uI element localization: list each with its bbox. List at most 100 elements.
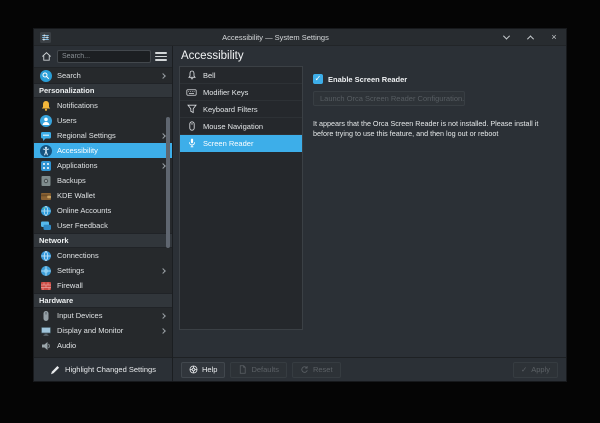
speaker-icon [39, 339, 52, 352]
sidebar-item-label: Connections [57, 251, 99, 260]
sidebar-section-label: Hardware [39, 296, 73, 305]
search-icon [39, 69, 52, 82]
sidebar-item-connections[interactable]: Connections [34, 248, 172, 263]
titlebar[interactable]: Accessibility — System Settings × [34, 29, 566, 46]
sidebar-section-label: Network [39, 236, 69, 245]
highlight-changed-settings-button[interactable]: Highlight Changed Settings [34, 357, 172, 381]
document-icon [238, 365, 247, 374]
sidebar-item-label: Search [57, 71, 81, 80]
sidebar-item-backups[interactable]: Backups [34, 173, 172, 188]
feedback-bubbles-icon [39, 219, 52, 232]
apply-button[interactable]: ✓ Apply [513, 362, 558, 378]
sidebar-item-input-devices[interactable]: Input Devices [34, 308, 172, 323]
category-item-screen-reader[interactable]: Screen Reader [180, 135, 302, 152]
sidebar-scrollbar[interactable] [166, 117, 170, 248]
chevron-right-icon [160, 328, 166, 334]
category-item-keyboard-filters[interactable]: Keyboard Filters [180, 101, 302, 118]
desktop: Accessibility — System Settings × [0, 0, 600, 423]
apply-label: Apply [531, 365, 550, 374]
footer-toolbar: Help Defaults Reset [173, 357, 566, 381]
category-label: Keyboard Filters [203, 105, 258, 114]
sidebar-item-search[interactable]: Search [34, 68, 172, 83]
sidebar-item-label: Display and Monitor [57, 326, 123, 335]
sidebar-section-label: Personalization [39, 86, 94, 95]
keyboard-icon [186, 87, 197, 98]
microphone-icon [186, 138, 197, 149]
enable-screen-reader-label: Enable Screen Reader [328, 75, 407, 84]
accessibility-category-list: Bell Modifier Keys Keybo [179, 66, 303, 330]
search-input[interactable] [57, 50, 151, 63]
sidebar-section-network: Network [34, 233, 172, 248]
system-settings-window: Accessibility — System Settings × [33, 28, 567, 382]
globe-icon [39, 204, 52, 217]
sidebar-item-user-feedback[interactable]: User Feedback [34, 218, 172, 233]
enable-screen-reader-checkbox[interactable]: ✓ [313, 74, 323, 84]
firewall-icon [39, 279, 52, 292]
app-grid-icon [39, 159, 52, 172]
content-area: Accessibility Bell [173, 46, 566, 381]
sidebar-toolbar [34, 46, 172, 68]
network-settings-icon [39, 264, 52, 277]
orca-not-installed-message: It appears that the Orca Screen Reader i… [313, 119, 550, 140]
sidebar-item-label: Notifications [57, 101, 98, 110]
sidebar-item-applications[interactable]: Applications [34, 158, 172, 173]
category-label: Mouse Navigation [203, 122, 263, 131]
category-label: Bell [203, 71, 216, 80]
reset-button[interactable]: Reset [292, 362, 341, 378]
checkmark-icon: ✓ [315, 75, 322, 83]
sidebar-item-label: Accessibility [57, 146, 98, 155]
sidebar-item-notifications[interactable]: Notifications [34, 98, 172, 113]
checkmark-icon: ✓ [521, 365, 527, 374]
sidebar: Search Personalization Notifications [34, 46, 173, 381]
system-settings-app-icon [40, 32, 51, 43]
category-item-modifier-keys[interactable]: Modifier Keys [180, 84, 302, 101]
user-icon [39, 114, 52, 127]
close-icon[interactable]: × [548, 31, 560, 43]
sidebar-item-regional-settings[interactable]: Regional Settings [34, 128, 172, 143]
bell-icon [39, 99, 52, 112]
mouse-icon [39, 309, 52, 322]
sidebar-item-label: Online Accounts [57, 206, 111, 215]
minimize-icon[interactable] [500, 31, 512, 43]
chevron-right-icon [160, 133, 166, 139]
sidebar-section-personalization: Personalization [34, 83, 172, 98]
chevron-right-icon [160, 73, 166, 79]
bell-outline-icon [186, 70, 197, 81]
sidebar-item-accessibility[interactable]: Accessibility [34, 143, 172, 158]
sidebar-item-audio[interactable]: Audio [34, 338, 172, 353]
sidebar-item-label: KDE Wallet [57, 191, 95, 200]
window-controls: × [500, 31, 560, 43]
launch-orca-configuration-button[interactable]: Launch Orca Screen Reader Configuration.… [313, 91, 465, 106]
category-item-mouse-navigation[interactable]: Mouse Navigation [180, 118, 302, 135]
maximize-icon[interactable] [524, 31, 536, 43]
safe-icon [39, 174, 52, 187]
filter-funnel-icon [186, 104, 197, 115]
defaults-button[interactable]: Defaults [230, 362, 287, 378]
page-title: Accessibility [181, 50, 244, 62]
sidebar-item-firewall[interactable]: Firewall [34, 278, 172, 293]
sidebar-item-network-settings[interactable]: Settings [34, 263, 172, 278]
sidebar-item-users[interactable]: Users [34, 113, 172, 128]
wallet-icon [39, 189, 52, 202]
home-icon[interactable] [39, 50, 53, 64]
sidebar-item-label: Backups [57, 176, 86, 185]
enable-screen-reader-row[interactable]: ✓ Enable Screen Reader [313, 74, 550, 84]
category-item-bell[interactable]: Bell [180, 67, 302, 84]
undo-icon [300, 365, 309, 374]
sidebar-item-label: User Feedback [57, 221, 108, 230]
sidebar-category-list: Search Personalization Notifications [34, 68, 172, 357]
page-header: Accessibility [173, 46, 566, 66]
sidebar-item-display-and-monitor[interactable]: Display and Monitor [34, 323, 172, 338]
menu-icon[interactable] [155, 50, 167, 63]
sidebar-item-label: Firewall [57, 281, 83, 290]
sidebar-item-online-accounts[interactable]: Online Accounts [34, 203, 172, 218]
speech-bubble-icon [39, 129, 52, 142]
accessibility-icon [39, 144, 52, 157]
reset-label: Reset [313, 365, 333, 374]
screen-reader-panel: ✓ Enable Screen Reader Launch Orca Scree… [303, 66, 560, 357]
pencil-icon [50, 365, 60, 375]
sidebar-item-kde-wallet[interactable]: KDE Wallet [34, 188, 172, 203]
launch-orca-configuration-label: Launch Orca Screen Reader Configuration.… [320, 94, 465, 103]
help-button[interactable]: Help [181, 362, 225, 378]
network-globe-icon [39, 249, 52, 262]
